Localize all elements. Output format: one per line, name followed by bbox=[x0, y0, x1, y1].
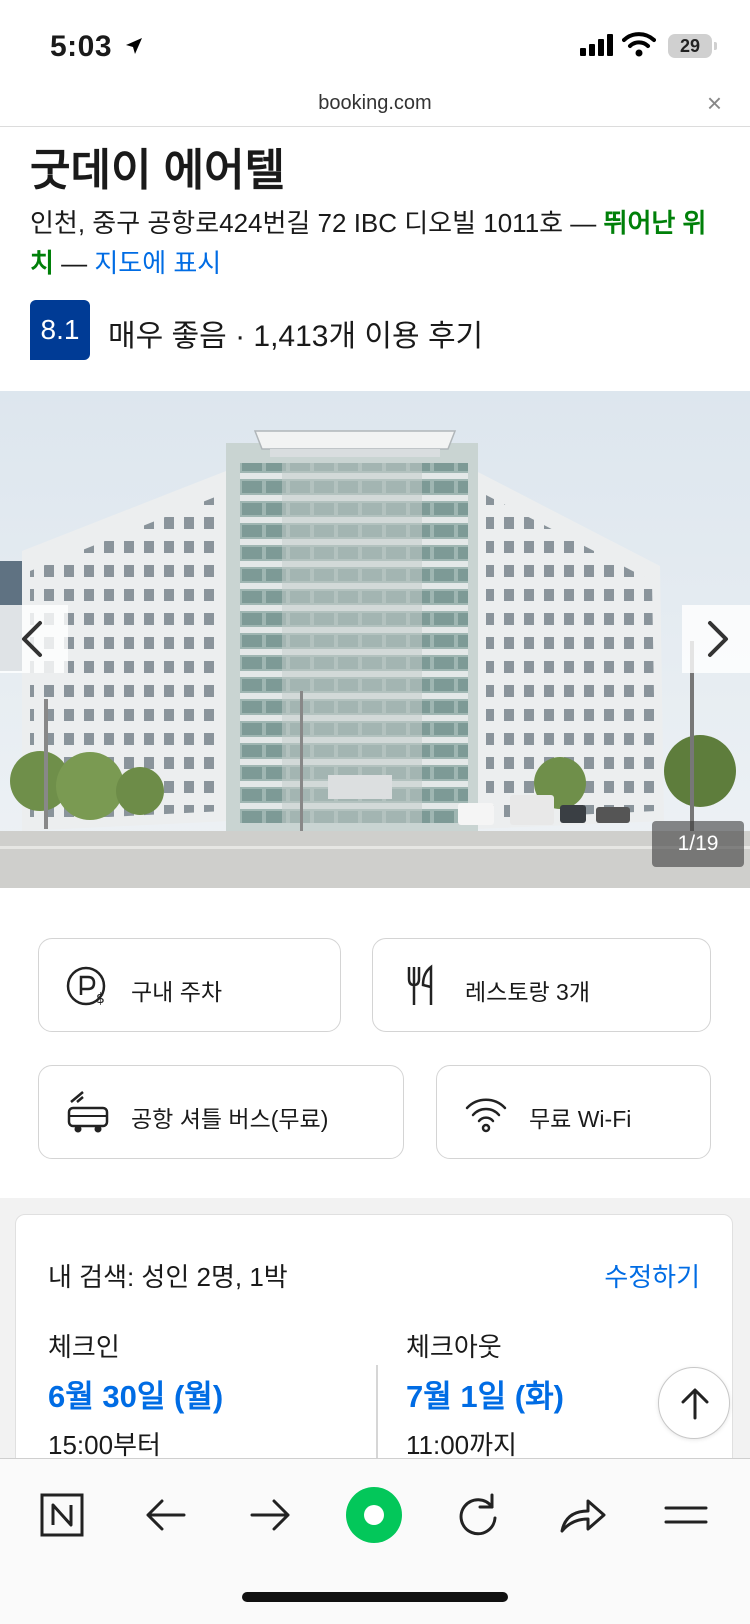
share-icon bbox=[560, 1499, 606, 1533]
amenity-label: 구내 주차 bbox=[131, 979, 223, 1005]
review-score-badge[interactable]: 8.1 bbox=[30, 300, 90, 360]
menu-button[interactable] bbox=[656, 1485, 716, 1545]
browser-url-bar[interactable]: booking.com × bbox=[0, 88, 750, 127]
home-indicator bbox=[242, 1592, 508, 1602]
hotel-photo-gallery[interactable]: 1/19 bbox=[0, 391, 750, 888]
forward-button[interactable] bbox=[240, 1485, 300, 1545]
arrow-up-icon bbox=[681, 1388, 709, 1420]
previous-photo-button[interactable] bbox=[0, 605, 68, 673]
edit-search-link[interactable]: 수정하기 bbox=[604, 1257, 700, 1294]
checkout-date[interactable]: 7월 1일 (화) bbox=[406, 1371, 564, 1416]
amenity-wifi[interactable]: 무료 Wi-Fi bbox=[436, 1065, 711, 1159]
checkout-label: 체크아웃 bbox=[406, 1332, 502, 1362]
hotel-address-line: 인천, 중구 공항로424번길 72 IBC 디오빌 1011호 — 뛰어난 위… bbox=[30, 203, 720, 283]
amenity-shuttle[interactable]: 공항 셔틀 버스(무료) bbox=[38, 1065, 404, 1159]
chevron-left-icon bbox=[22, 621, 42, 657]
back-arrow-icon bbox=[146, 1499, 186, 1531]
search-summary-section: 내 검색: 성인 2명, 1박 수정하기 체크인 6월 30일 (월) 15:0… bbox=[0, 1198, 750, 1494]
share-button[interactable] bbox=[552, 1485, 612, 1545]
svg-text:$: $ bbox=[96, 991, 105, 1007]
menu-icon bbox=[664, 1506, 708, 1524]
amenity-parking[interactable]: $ 구내 주차 bbox=[38, 938, 341, 1032]
close-icon[interactable]: × bbox=[707, 88, 722, 119]
restaurant-icon bbox=[407, 964, 433, 1005]
green-dot-button[interactable] bbox=[344, 1485, 404, 1545]
amenity-label: 무료 Wi-Fi bbox=[529, 1106, 632, 1132]
refresh-button[interactable] bbox=[448, 1485, 508, 1545]
photo-counter: 1/19 bbox=[652, 821, 744, 867]
separator: — bbox=[53, 248, 95, 278]
checkin-label: 체크인 bbox=[48, 1332, 120, 1362]
search-summary-text: 내 검색: 성인 2명, 1박 bbox=[48, 1262, 288, 1292]
hotel-photo bbox=[0, 391, 750, 888]
back-button[interactable] bbox=[136, 1485, 196, 1545]
separator: — bbox=[563, 208, 604, 238]
checkout-time: 11:00까지 bbox=[406, 1430, 517, 1460]
naver-button[interactable] bbox=[32, 1485, 92, 1545]
hotel-title: 굿데이 에어텔 bbox=[30, 146, 286, 195]
forward-arrow-icon bbox=[250, 1499, 290, 1531]
location-arrow-icon bbox=[126, 38, 142, 54]
wifi-status-icon bbox=[622, 32, 656, 57]
search-summary-card: 내 검색: 성인 2명, 1박 수정하기 체크인 6월 30일 (월) 15:0… bbox=[15, 1214, 733, 1494]
status-time: 5:03 bbox=[50, 30, 113, 63]
status-bar: 5:03 29 bbox=[0, 0, 750, 90]
amenity-restaurants[interactable]: 레스토랑 3개 bbox=[372, 938, 711, 1032]
url-text[interactable]: booking.com bbox=[0, 92, 750, 115]
scroll-to-top-button[interactable] bbox=[658, 1367, 730, 1439]
show-on-map-link[interactable]: 지도에 표시 bbox=[94, 248, 221, 278]
next-photo-button[interactable] bbox=[682, 605, 750, 673]
battery-icon: 29 bbox=[668, 34, 717, 58]
shuttle-icon bbox=[67, 1091, 109, 1133]
checkin-time: 15:00부터 bbox=[48, 1430, 161, 1460]
hotel-address: 인천, 중구 공항로424번길 72 IBC 디오빌 1011호 bbox=[30, 208, 564, 238]
wifi-icon bbox=[465, 1098, 507, 1133]
parking-icon: $ bbox=[66, 966, 106, 1007]
amenity-label: 레스토랑 3개 bbox=[465, 979, 590, 1005]
review-score-text[interactable]: 매우 좋음 · 1,413개 이용 후기 bbox=[108, 311, 483, 355]
naver-icon bbox=[40, 1493, 84, 1537]
checkin-date[interactable]: 6월 30일 (월) bbox=[48, 1371, 223, 1416]
green-dot-icon bbox=[346, 1487, 402, 1543]
chevron-right-icon bbox=[708, 621, 728, 657]
signal-icon bbox=[580, 34, 613, 56]
amenity-label: 공항 셔틀 버스(무료) bbox=[131, 1106, 329, 1132]
refresh-icon bbox=[459, 1493, 497, 1536]
